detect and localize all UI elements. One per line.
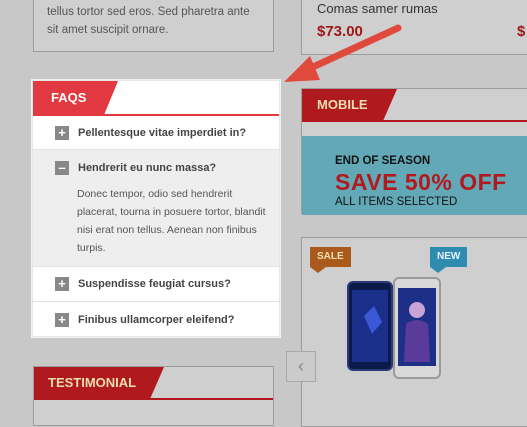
- banner-line-3: ALL ITEMS SELECTED: [335, 196, 458, 208]
- plus-icon[interactable]: +: [55, 277, 69, 291]
- plus-icon[interactable]: +: [55, 126, 69, 140]
- sale-banner[interactable]: END OF SEASON SAVE 50% OFF ALL ITEMS SEL…: [302, 136, 527, 215]
- faq-question[interactable]: Suspendisse feugiat cursus?: [78, 278, 231, 290]
- mobile-title: MOBILE: [302, 89, 397, 121]
- faq-item-expanded[interactable]: – Hendrerit eu nunc massa? Donec tempor,…: [33, 150, 279, 267]
- faq-panel: FAQS + Pellentesque vitae imperdiet in? …: [32, 80, 280, 337]
- banner-line-1: END OF SEASON: [335, 155, 431, 167]
- new-badge: NEW: [430, 247, 468, 273]
- testimonial-panel: TESTIMONIAL: [33, 366, 274, 426]
- product-name[interactable]: Comas samer rumas: [317, 1, 438, 16]
- product-price-next: $: [517, 23, 526, 40]
- faq-item[interactable]: + Pellentesque vitae imperdiet in?: [33, 116, 279, 150]
- chevron-left-icon[interactable]: ‹: [286, 351, 316, 382]
- minus-icon[interactable]: –: [55, 161, 69, 175]
- divider: [34, 398, 273, 400]
- product-card[interactable]: SALE NEW: [301, 237, 527, 427]
- faq-item[interactable]: + Finibus ullamcorper eleifend?: [33, 302, 279, 337]
- testimonial-title: TESTIMONIAL: [34, 367, 165, 399]
- plus-icon[interactable]: +: [55, 313, 69, 327]
- red-arrow-annotation: [284, 24, 402, 82]
- faq-question[interactable]: Finibus ullamcorper eleifend?: [78, 314, 234, 326]
- faq-question[interactable]: Pellentesque vitae imperdiet in?: [78, 127, 246, 139]
- faq-header: FAQS: [33, 81, 279, 116]
- divider: [302, 120, 527, 122]
- faq-question[interactable]: Hendrerit eu nunc massa?: [78, 162, 216, 174]
- sale-badge: SALE: [310, 247, 351, 273]
- faq-title: FAQS: [33, 81, 119, 115]
- faq-item[interactable]: + Suspendisse feugiat cursus?: [33, 267, 279, 302]
- phone-image[interactable]: [344, 276, 444, 386]
- top-text-panel: tellus tortor sed eros. Sed pharetra ant…: [33, 0, 274, 52]
- panel-text: tellus tortor sed eros. Sed pharetra ant…: [47, 6, 250, 36]
- banner-headline: SAVE 50% OFF: [335, 169, 507, 195]
- mobile-panel: MOBILE END OF SEASON SAVE 50% OFF ALL IT…: [301, 88, 527, 215]
- faq-answer: Donec tempor, odio sed hendrerit placera…: [77, 188, 266, 254]
